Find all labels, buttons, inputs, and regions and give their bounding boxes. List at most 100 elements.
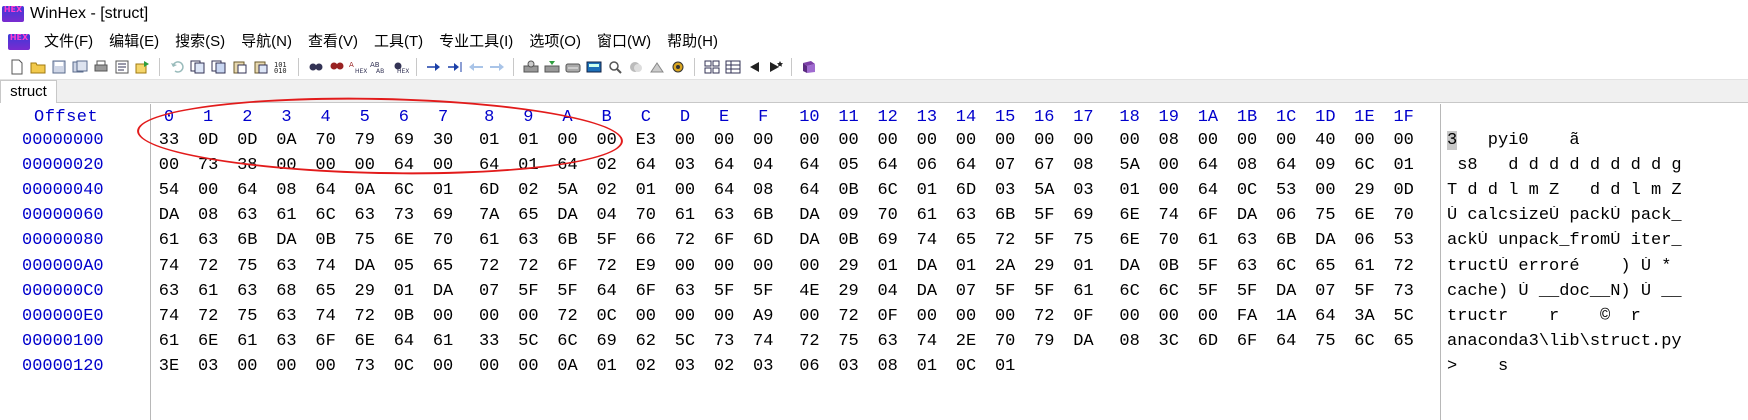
hex-byte[interactable]: 01 [629, 181, 663, 200]
row-offset[interactable]: 00000040 [22, 181, 104, 200]
hex-byte[interactable]: 00 [910, 131, 944, 150]
copy-block-icon[interactable] [210, 59, 228, 75]
hex-byte[interactable]: 6C [871, 181, 905, 200]
hex-byte[interactable]: 09 [1308, 156, 1342, 175]
ascii-text[interactable]: tructr r © r [1447, 307, 1747, 326]
hex-byte[interactable]: 70 [1152, 231, 1186, 250]
hex-byte[interactable]: 65 [511, 206, 545, 225]
ascii-text[interactable]: ackÚ unpack_fromÚ iter_ [1447, 231, 1747, 250]
hex-byte[interactable]: DA [269, 231, 303, 250]
hex-byte[interactable]: 01 [871, 257, 905, 276]
hex-byte[interactable]: 6B [230, 231, 264, 250]
hex-byte[interactable]: 63 [1230, 257, 1264, 276]
hex-byte[interactable]: 01 [426, 181, 460, 200]
hex-byte[interactable]: 61 [191, 282, 225, 301]
hex-byte[interactable]: 5F [511, 282, 545, 301]
hex-byte[interactable]: 01 [590, 357, 624, 376]
hex-byte[interactable]: 72 [511, 257, 545, 276]
save-all-icon[interactable] [71, 59, 89, 75]
hex-byte[interactable]: 66 [629, 231, 663, 250]
hex-byte[interactable]: 00 [832, 131, 866, 150]
hex-byte[interactable]: 61 [152, 231, 186, 250]
hex-byte[interactable]: 0D [1387, 181, 1421, 200]
hex-byte[interactable]: 08 [1152, 131, 1186, 150]
hex-byte[interactable]: 72 [832, 307, 866, 326]
hex-byte[interactable]: 09 [832, 206, 866, 225]
hex-byte[interactable]: 61 [1191, 231, 1225, 250]
hex-byte[interactable]: 72 [348, 307, 382, 326]
goto-sector-icon[interactable] [446, 59, 464, 75]
hex-byte[interactable]: 5A [1113, 156, 1147, 175]
hex-byte[interactable]: 72 [1027, 307, 1061, 326]
hex-byte[interactable]: 5C [1387, 307, 1421, 326]
hex-byte[interactable]: DA [1308, 231, 1342, 250]
hex-byte[interactable]: 01 [910, 357, 944, 376]
hex-byte[interactable]: 5F [1027, 206, 1061, 225]
menu-tools[interactable]: 工具(T) [366, 28, 431, 55]
hex-byte[interactable]: 73 [348, 357, 382, 376]
hex-byte[interactable]: 64 [1269, 332, 1303, 351]
hex-byte[interactable]: 69 [590, 332, 624, 351]
undo-icon[interactable] [168, 59, 186, 75]
hex-byte[interactable]: 64 [1191, 156, 1225, 175]
hex-byte[interactable]: 08 [746, 181, 780, 200]
hex-byte[interactable]: DA [792, 231, 826, 250]
forward-arrow-icon[interactable] [488, 59, 506, 75]
hex-byte[interactable]: 03 [668, 357, 702, 376]
hex-byte[interactable]: 6F [1230, 332, 1264, 351]
hex-byte[interactable]: 03 [832, 357, 866, 376]
open-disk-icon[interactable] [522, 59, 540, 75]
hex-byte[interactable]: 67 [1027, 156, 1061, 175]
hex-byte[interactable]: 63 [191, 231, 225, 250]
hex-byte[interactable]: 64 [1269, 156, 1303, 175]
hex-byte[interactable]: 00 [746, 131, 780, 150]
paste-write-icon[interactable] [252, 59, 270, 75]
hex-byte[interactable]: 04 [590, 206, 624, 225]
hex-byte[interactable]: 64 [309, 181, 343, 200]
hex-byte[interactable]: 65 [1308, 257, 1342, 276]
hex-byte[interactable]: 75 [230, 257, 264, 276]
hex-byte[interactable]: 74 [1152, 206, 1186, 225]
hex-byte[interactable]: DA [1269, 282, 1303, 301]
hex-byte[interactable]: 01 [387, 282, 421, 301]
hex-byte[interactable]: 0B [832, 181, 866, 200]
hex-byte[interactable]: 74 [910, 231, 944, 250]
hex-byte[interactable]: 00 [1027, 131, 1061, 150]
hex-byte[interactable]: 3C [1152, 332, 1186, 351]
hex-byte[interactable]: 07 [472, 282, 506, 301]
hex-byte[interactable]: 75 [1066, 231, 1100, 250]
properties-icon[interactable] [113, 59, 131, 75]
find-text-icon[interactable] [307, 59, 325, 75]
new-file-icon[interactable] [8, 59, 26, 75]
hex-byte[interactable]: 3E [152, 357, 186, 376]
menu-help[interactable]: 帮助(H) [659, 28, 726, 55]
hex-byte[interactable]: 5A [551, 181, 585, 200]
hex-byte[interactable]: 00 [949, 131, 983, 150]
hex-byte[interactable]: 00 [871, 131, 905, 150]
hex-byte[interactable]: 29 [1027, 257, 1061, 276]
hex-byte[interactable]: 62 [629, 332, 663, 351]
replace-text-icon[interactable]: A HEX [349, 59, 367, 75]
hex-byte[interactable]: 65 [309, 282, 343, 301]
hex-byte[interactable]: 01 [1113, 181, 1147, 200]
hex-byte[interactable]: 00 [988, 131, 1022, 150]
hex-byte[interactable]: 29 [348, 282, 382, 301]
hex-byte[interactable]: 74 [309, 257, 343, 276]
replace-hex-icon[interactable]: AB AB [370, 59, 388, 75]
hex-byte[interactable]: 29 [1348, 181, 1382, 200]
hex-byte[interactable]: 74 [152, 307, 186, 326]
export-icon[interactable] [134, 59, 152, 75]
menu-navigation[interactable]: 导航(N) [233, 28, 300, 55]
hex-byte[interactable]: 0C [1230, 181, 1264, 200]
hex-byte[interactable]: 06 [1269, 206, 1303, 225]
hex-byte[interactable]: 08 [191, 206, 225, 225]
hex-byte[interactable]: DA [1113, 257, 1147, 276]
hex-byte[interactable]: 5C [511, 332, 545, 351]
hex-byte[interactable]: 75 [1308, 332, 1342, 351]
hex-byte[interactable]: DA [910, 257, 944, 276]
hex-byte[interactable]: DA [348, 257, 382, 276]
row-offset[interactable]: 00000060 [22, 206, 104, 225]
hex-byte[interactable]: 00 [1230, 131, 1264, 150]
ascii-text[interactable]: tructÚ erroré ) Ú * [1447, 257, 1747, 276]
hex-byte[interactable]: 5F [707, 282, 741, 301]
